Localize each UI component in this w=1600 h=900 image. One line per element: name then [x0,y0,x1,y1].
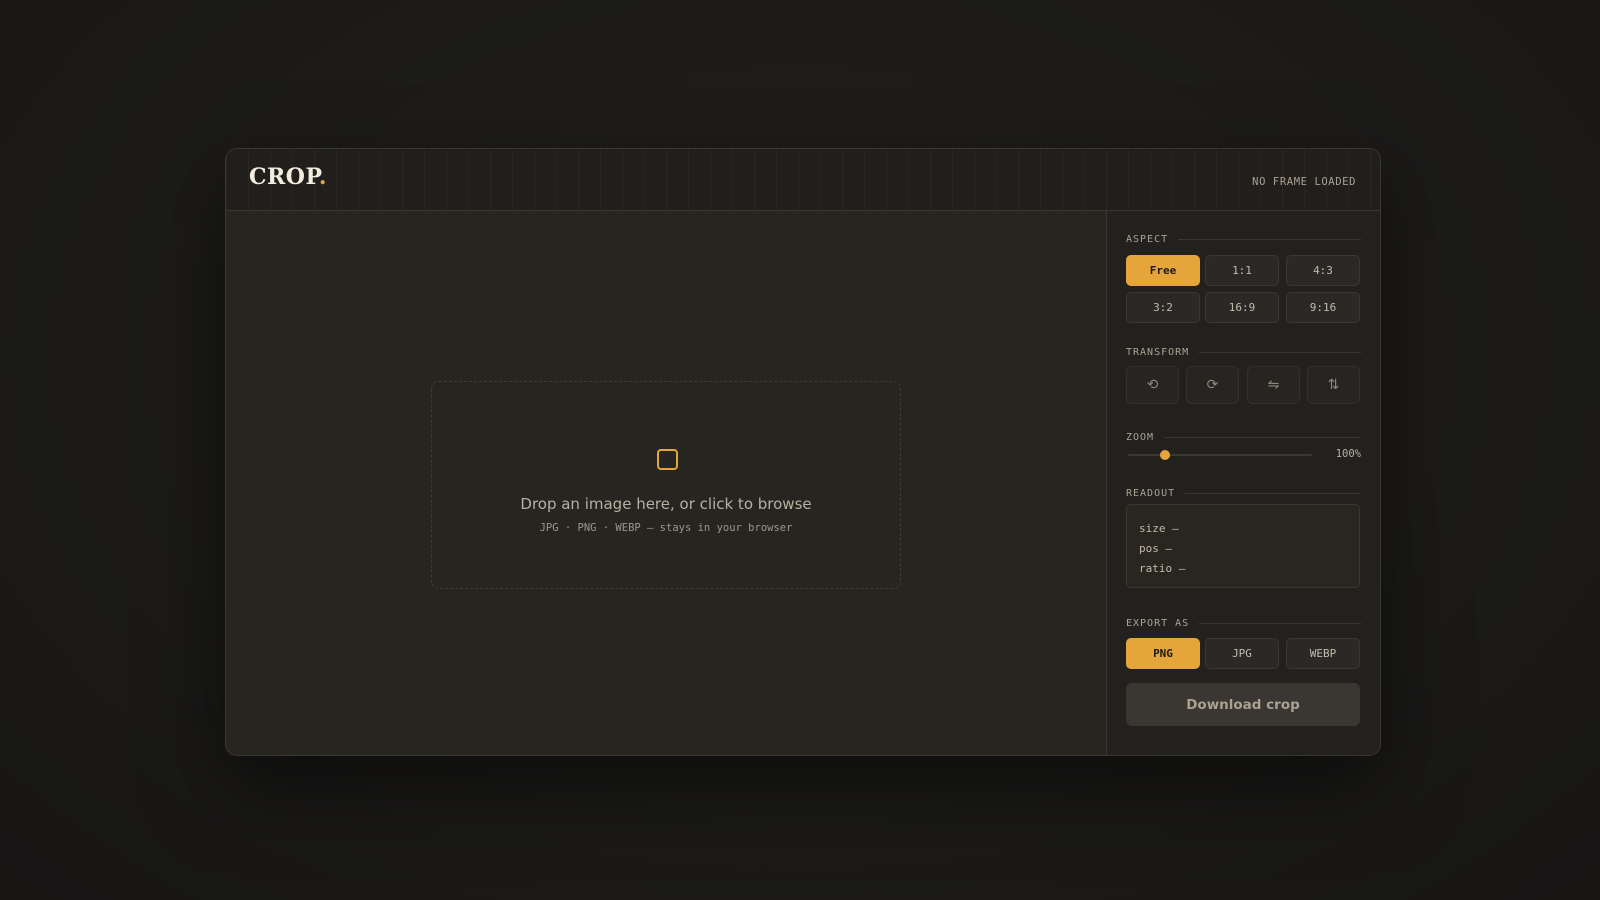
zoom-label: ZOOM [1126,431,1155,443]
divider [1199,351,1361,353]
logo-dot: . [318,164,328,190]
divider [1164,436,1361,438]
rotate-right-icon: ⟳ [1206,377,1219,393]
readout-ratio: ratio — [1139,562,1186,575]
readout-section-label: READOUT [1126,487,1361,499]
zoom-section-label: ZOOM [1126,431,1361,443]
rotate-right-button[interactable]: ⟳ [1186,366,1239,404]
aspect-16-9-button[interactable]: 16:9 [1205,292,1279,323]
app-logo: CROP. [249,164,327,190]
divider [1199,622,1361,624]
aspect-9-16-button[interactable]: 9:16 [1286,292,1360,323]
aspect-free-button[interactable]: Free [1126,255,1200,286]
divider [1178,238,1361,240]
zoom-value: 100% [1335,448,1361,460]
flip-horizontal-button[interactable]: ⇋ [1247,366,1300,404]
crop-app-window: CROP. NO FRAME LOADED Drop an image here… [225,148,1381,756]
download-crop-button[interactable]: Download crop [1126,683,1360,726]
export-label: EXPORT AS [1126,617,1190,629]
export-webp-button[interactable]: WEBP [1286,638,1360,669]
crop-canvas-area: Drop an image here, or click to browse J… [226,211,1106,755]
app-header: CROP. NO FRAME LOADED [226,149,1380,211]
image-dropzone[interactable]: Drop an image here, or click to browse J… [431,381,901,589]
readout-pos: pos — [1139,542,1173,555]
dropzone-subtitle: JPG · PNG · WEBP — stays in your browser [539,522,793,534]
flip-vertical-icon: ⇅ [1327,377,1340,393]
frame-status: NO FRAME LOADED [1252,176,1356,188]
rotate-left-icon: ⟲ [1146,377,1159,393]
control-panel: ASPECT Free 1:1 4:3 3:2 16:9 9:16 TRANSF… [1106,211,1380,755]
logo-text: CROP [249,164,319,190]
readout-label: READOUT [1126,487,1176,499]
aspect-section-label: ASPECT [1126,233,1361,245]
export-png-button[interactable]: PNG [1126,638,1200,669]
readout-size: size — [1139,522,1179,535]
divider [1185,492,1361,494]
export-section-label: EXPORT AS [1126,617,1361,629]
transform-section-label: TRANSFORM [1126,346,1361,358]
crop-readout: size — pos — ratio — [1126,504,1360,588]
aspect-1-1-button[interactable]: 1:1 [1205,255,1279,286]
flip-vertical-button[interactable]: ⇅ [1307,366,1360,404]
zoom-slider[interactable] [1128,450,1312,460]
zoom-slider-thumb[interactable] [1159,450,1170,460]
dropzone-title: Drop an image here, or click to browse [520,495,812,513]
aspect-4-3-button[interactable]: 4:3 [1286,255,1360,286]
frame-icon [657,449,678,470]
flip-horizontal-icon: ⇋ [1267,377,1280,393]
aspect-label: ASPECT [1126,233,1169,245]
transform-label: TRANSFORM [1126,346,1190,358]
rotate-left-button[interactable]: ⟲ [1126,366,1179,404]
export-jpg-button[interactable]: JPG [1205,638,1279,669]
aspect-3-2-button[interactable]: 3:2 [1126,292,1200,323]
